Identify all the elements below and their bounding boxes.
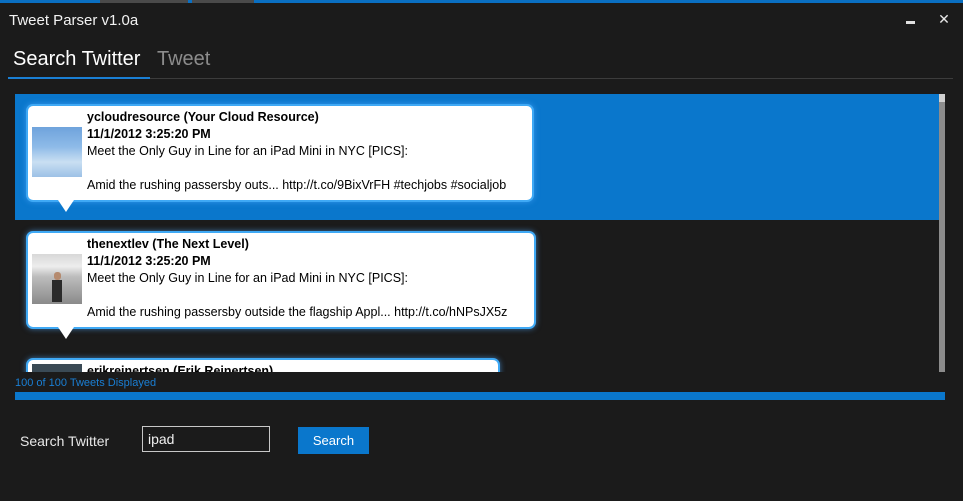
tweet-bubble: ycloudresource (Your Cloud Resource) 11/… xyxy=(26,104,534,212)
close-icon: ✕ xyxy=(938,11,950,27)
tweet-text-line: Meet the Only Guy in Line for an iPad Mi… xyxy=(87,271,408,285)
tweet-row[interactable]: thenextlev (The Next Level) 11/1/2012 3:… xyxy=(15,221,939,349)
tweet-time: 11/1/2012 3:25:20 PM xyxy=(87,254,211,268)
load-progress-bar xyxy=(15,392,945,400)
tab-search-twitter[interactable]: Search Twitter xyxy=(13,48,140,71)
avatar xyxy=(32,254,82,304)
search-input[interactable] xyxy=(142,426,270,452)
tweet-count-status: 100 of 100 Tweets Displayed xyxy=(15,377,157,389)
tweet-text-line: Amid the rushing passersby outside the f… xyxy=(87,305,508,319)
tweet-bubble: erikreinertsen (Erik Reinertsen) xyxy=(26,358,500,372)
search-button[interactable]: Search xyxy=(298,427,369,454)
taskbar-tab-shadow xyxy=(192,0,254,3)
tweet-list[interactable]: ycloudresource (Your Cloud Resource) 11/… xyxy=(15,94,945,372)
list-scrollbar[interactable] xyxy=(939,94,945,372)
tweet-time: 11/1/2012 3:25:20 PM xyxy=(87,127,211,141)
avatar xyxy=(32,127,82,177)
tweet-row[interactable]: ycloudresource (Your Cloud Resource) 11/… xyxy=(15,94,939,220)
minimize-icon xyxy=(906,21,915,24)
tab-divider xyxy=(150,78,953,79)
tweet-text-line: Amid the rushing passersby outs... http:… xyxy=(87,178,507,192)
window-top-accent xyxy=(0,0,963,3)
tab-tweet[interactable]: Tweet xyxy=(157,48,210,71)
active-tab-indicator xyxy=(8,77,150,79)
close-button[interactable]: ✕ xyxy=(936,10,952,28)
tweet-row[interactable]: erikreinertsen (Erik Reinertsen) xyxy=(15,350,939,372)
avatar xyxy=(32,364,82,372)
search-label: Search Twitter xyxy=(20,433,110,449)
tweet-bubble: thenextlev (The Next Level) 11/1/2012 3:… xyxy=(26,231,536,339)
scrollbar-thumb[interactable] xyxy=(939,94,945,372)
bubble-tail xyxy=(58,327,74,339)
tweet-text-line: Meet the Only Guy in Line for an iPad Mi… xyxy=(87,144,408,158)
tweet-user: erikreinertsen (Erik Reinertsen) xyxy=(87,364,274,372)
tweet-user: thenextlev (The Next Level) xyxy=(87,237,249,251)
scroll-up-icon[interactable] xyxy=(939,94,945,102)
minimize-button[interactable] xyxy=(903,10,919,28)
window-title: Tweet Parser v1.0a xyxy=(9,12,139,29)
tweet-user: ycloudresource (Your Cloud Resource) xyxy=(87,110,319,124)
taskbar-tab-shadow xyxy=(100,0,188,3)
bubble-tail xyxy=(58,200,74,212)
